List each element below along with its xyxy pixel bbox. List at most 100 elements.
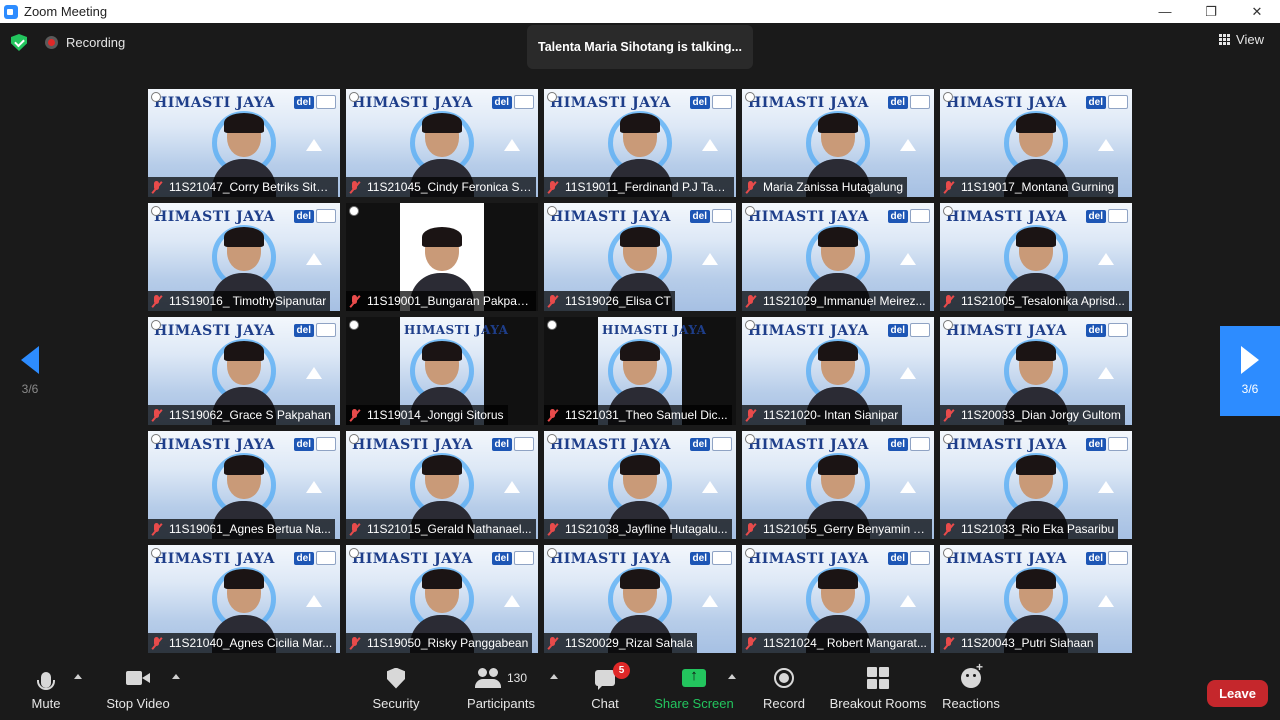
participant-video-tile[interactable]: HIMASTI JAYA del 11S20033_Dian Jorgy Gulto… bbox=[940, 317, 1132, 425]
reactions-button[interactable]: Reactions bbox=[942, 660, 1000, 720]
participants-button[interactable]: 130 Participants bbox=[466, 660, 536, 720]
participant-video-tile[interactable]: HIMASTI JAYA del 11S19017_Montana Gurning bbox=[940, 89, 1132, 197]
participant-name: 11S21047_Corry Betriks Sitor... bbox=[169, 180, 334, 194]
share-options-caret[interactable] bbox=[728, 674, 736, 679]
share-screen-label: Share Screen bbox=[654, 696, 734, 711]
participant-video-tile[interactable]: HIMASTI JAYA del 11S21038_Jayfline Hutagal… bbox=[544, 431, 736, 539]
participant-video-tile[interactable]: HIMASTI JAYA del 11S21045_Cindy Feronica S… bbox=[346, 89, 538, 197]
brand-logo-icon bbox=[316, 323, 336, 337]
mic-off-icon bbox=[745, 522, 757, 536]
brand-logo-icon bbox=[1108, 95, 1128, 109]
shield-check-icon[interactable] bbox=[11, 34, 27, 51]
breakout-rooms-button[interactable]: Breakout Rooms bbox=[830, 660, 926, 720]
participant-video-tile[interactable]: HIMASTI JAYA del 11S19050_Risky Panggabean bbox=[346, 545, 538, 653]
participant-video-tile[interactable]: HIMASTI JAYA del 11S20029_Rizal Sahala bbox=[544, 545, 736, 653]
participants-label: Participants bbox=[467, 696, 535, 711]
background-banner-text: HIMASTI JAYA bbox=[748, 551, 869, 567]
participant-name-label: 11S21045_Cindy Feronica Si... bbox=[346, 177, 536, 197]
participant-name: 11S21031_Theo Samuel Dic... bbox=[565, 408, 728, 422]
view-button[interactable]: View bbox=[1219, 32, 1264, 47]
participant-video-tile[interactable]: HIMASTI JAYA del 11S21055_Gerry Benyamin A… bbox=[742, 431, 934, 539]
tile-indicator-dot bbox=[349, 92, 359, 102]
tile-indicator-dot bbox=[349, 548, 359, 558]
decorative-triangle-icon bbox=[702, 595, 718, 607]
reactions-label: Reactions bbox=[942, 696, 1000, 711]
mic-off-icon bbox=[349, 408, 361, 422]
share-screen-button[interactable]: Share Screen bbox=[654, 660, 734, 720]
mic-off-icon bbox=[547, 522, 559, 536]
participant-video-tile[interactable]: HIMASTI JAYA del 11S19011_Ferdinand P.J Ta… bbox=[544, 89, 736, 197]
background-banner-text: HIMASTI JAYA bbox=[550, 551, 671, 567]
video-options-caret[interactable] bbox=[172, 674, 180, 679]
maximize-button[interactable]: ❐ bbox=[1188, 0, 1234, 23]
brand-logo-icon bbox=[910, 437, 930, 451]
participant-video-tile[interactable]: HIMASTI JAYA del 11S21015_Gerald Nathanael… bbox=[346, 431, 538, 539]
brand-logo-icon bbox=[1108, 209, 1128, 223]
participant-video-tile[interactable]: HIMASTI JAYA del 11S21029_Immanuel Meirez.… bbox=[742, 203, 934, 311]
record-icon bbox=[774, 668, 794, 688]
del-logo: del bbox=[293, 324, 314, 337]
mic-off-icon bbox=[943, 294, 955, 308]
close-button[interactable]: ✕ bbox=[1234, 0, 1280, 23]
participant-video-tile[interactable]: HIMASTI JAYA 11S21031_Theo Samuel Dic... bbox=[544, 317, 736, 425]
brand-logo-icon bbox=[1108, 551, 1128, 565]
participant-video-tile[interactable]: 11S19001_Bungaran Pakpah... bbox=[346, 203, 538, 311]
tile-indicator-dot bbox=[943, 92, 953, 102]
participant-name-label: 11S21033_Rio Eka Pasaribu bbox=[940, 519, 1119, 539]
participant-video-tile[interactable]: HIMASTI JAYA del Maria Zanissa Hutagalung bbox=[742, 89, 934, 197]
mic-off-icon bbox=[349, 522, 361, 536]
participants-icon bbox=[474, 668, 501, 688]
participant-video-tile[interactable]: HIMASTI JAYA 11S19014_Jonggi Sitorus bbox=[346, 317, 538, 425]
mic-off-icon bbox=[943, 408, 955, 422]
participant-video-tile[interactable]: HIMASTI JAYA del 11S21033_Rio Eka Pasaribu bbox=[940, 431, 1132, 539]
participant-name: 11S19011_Ferdinand P.J Tam... bbox=[565, 180, 730, 194]
participant-video-tile[interactable]: HIMASTI JAYA del 11S21047_Corry Betriks Si… bbox=[148, 89, 340, 197]
grid-view-icon bbox=[1219, 34, 1231, 45]
participant-name-label: 11S21020- Intan Sianipar bbox=[742, 405, 903, 425]
audio-options-caret[interactable] bbox=[74, 674, 82, 679]
participants-options-caret[interactable] bbox=[550, 674, 558, 679]
del-logo: del bbox=[1085, 552, 1106, 565]
background-banner-text: HIMASTI JAYA bbox=[352, 95, 473, 111]
arrow-right-icon bbox=[1241, 346, 1259, 374]
participant-video-tile[interactable]: HIMASTI JAYA del 11S21005_Tesalonika Apris… bbox=[940, 203, 1132, 311]
recording-label[interactable]: Recording bbox=[66, 35, 125, 50]
breakout-rooms-icon bbox=[867, 667, 889, 689]
participant-name-label: 11S21024_ Robert Mangarat... bbox=[742, 633, 931, 653]
participant-name-label: 11S21015_Gerald Nathanael... bbox=[346, 519, 536, 539]
next-page-button[interactable]: 3/6 bbox=[1220, 326, 1280, 416]
security-button[interactable]: Security bbox=[370, 660, 422, 720]
decorative-triangle-icon bbox=[702, 481, 718, 493]
participant-video-tile[interactable]: HIMASTI JAYA del 11S21024_ Robert Mangarat… bbox=[742, 545, 934, 653]
participant-video-tile[interactable]: HIMASTI JAYA del 11S19062_Grace S Pakpahan bbox=[148, 317, 340, 425]
participant-video-tile[interactable]: HIMASTI JAYA del 11S19061_Agnes Bertua Na.… bbox=[148, 431, 340, 539]
participant-name-label: 11S20029_Rizal Sahala bbox=[544, 633, 697, 653]
participant-name-label: 11S21005_Tesalonika Aprisd... bbox=[940, 291, 1129, 311]
mic-off-icon bbox=[745, 408, 757, 422]
background-banner-text: HIMASTI JAYA bbox=[550, 437, 671, 453]
record-button[interactable]: Record bbox=[762, 660, 806, 720]
stop-video-button[interactable]: Stop Video bbox=[104, 660, 172, 720]
participant-video-tile[interactable]: HIMASTI JAYA del 11S20043_Putri Siahaan bbox=[940, 545, 1132, 653]
reactions-icon bbox=[961, 660, 983, 688]
mute-button[interactable]: Mute bbox=[26, 660, 66, 720]
previous-page-button[interactable]: 3/6 bbox=[0, 326, 60, 416]
participant-video-tile[interactable]: HIMASTI JAYA del 11S21020- Intan Sianipar bbox=[742, 317, 934, 425]
brand-logo-icon bbox=[712, 95, 732, 109]
del-logo: del bbox=[491, 552, 512, 565]
participant-video-tile[interactable]: HIMASTI JAYA del 11S19016_ TimothySipanuta… bbox=[148, 203, 340, 311]
participant-name-label: 11S19011_Ferdinand P.J Tam... bbox=[544, 177, 734, 197]
participant-video-tile[interactable]: HIMASTI JAYA del 11S19026_Elisa CT bbox=[544, 203, 736, 311]
participant-video-tile[interactable]: HIMASTI JAYA del 11S21040_Agnes Cicilia Ma… bbox=[148, 545, 340, 653]
decorative-triangle-icon bbox=[702, 253, 718, 265]
breakout-rooms-label: Breakout Rooms bbox=[829, 696, 927, 711]
background-banner-text: HIMASTI JAYA bbox=[154, 323, 275, 339]
background-banner-text: HIMASTI JAYA bbox=[602, 323, 707, 337]
decorative-triangle-icon bbox=[702, 139, 718, 151]
leave-button[interactable]: Leave bbox=[1207, 680, 1268, 707]
mic-off-icon bbox=[151, 294, 163, 308]
del-logo: del bbox=[1085, 96, 1106, 109]
chat-button[interactable]: 5 Chat bbox=[588, 660, 630, 720]
minimize-button[interactable]: — bbox=[1142, 0, 1188, 23]
background-banner-text: HIMASTI JAYA bbox=[946, 551, 1067, 567]
